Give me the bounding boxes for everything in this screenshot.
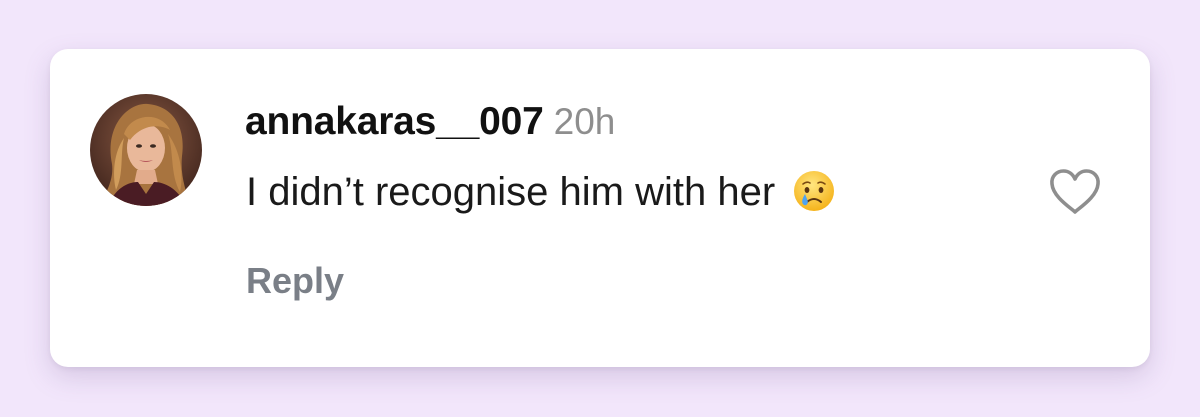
comment-header: annakaras__007 20h bbox=[245, 102, 615, 141]
reply-button[interactable]: Reply bbox=[246, 263, 344, 299]
comment-body: I didn’t recognise him with her bbox=[246, 169, 836, 220]
crying-face-icon bbox=[792, 169, 836, 220]
avatar[interactable] bbox=[90, 94, 202, 206]
comment-timestamp: 20h bbox=[553, 101, 616, 142]
like-button[interactable] bbox=[1047, 166, 1103, 218]
comment-card: annakaras__007 20h I didn’t recognise him… bbox=[50, 49, 1150, 367]
username-link[interactable]: annakaras__007 bbox=[245, 100, 544, 143]
heart-outline-icon bbox=[1050, 169, 1100, 214]
avatar-image bbox=[90, 94, 202, 206]
comment-text: I didn’t recognise him with her bbox=[246, 170, 776, 214]
